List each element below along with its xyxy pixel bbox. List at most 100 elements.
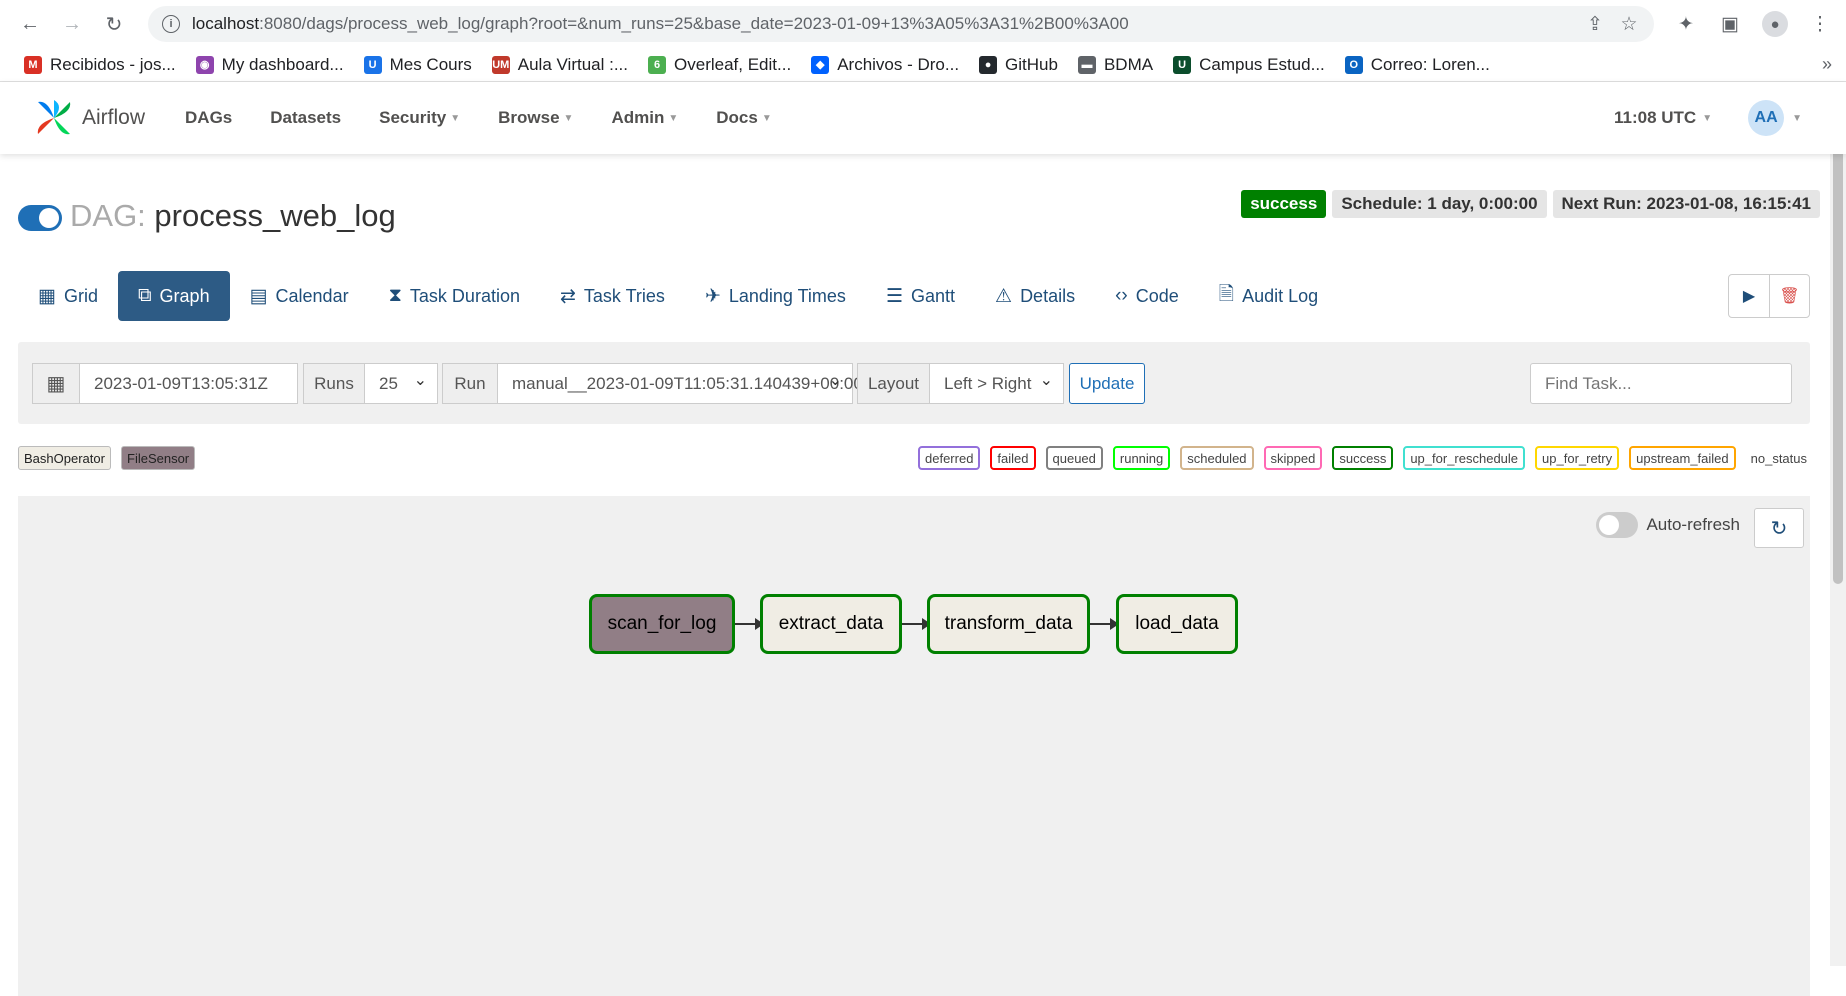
menu-browse[interactable]: Browse ▼: [498, 108, 573, 128]
bookmark-favicon-icon: ●: [979, 55, 998, 74]
airflow-logo[interactable]: Airflow: [34, 98, 145, 138]
menu-dags[interactable]: DAGs: [185, 108, 232, 128]
site-info-icon[interactable]: i: [162, 15, 180, 33]
schedule-badge[interactable]: Schedule: 1 day, 0:00:00: [1332, 190, 1547, 218]
timezone-clock[interactable]: 11:08 UTC ▼: [1614, 108, 1712, 128]
bookmark-item[interactable]: ◉ My dashboard...: [186, 55, 354, 75]
tab-task-duration[interactable]: ⧗ Task Duration: [369, 271, 540, 321]
grid-icon: ▦: [38, 285, 56, 307]
state-chip[interactable]: up_for_retry: [1535, 446, 1620, 470]
run-label: Run: [442, 363, 498, 404]
refresh-button[interactable]: ↻: [1754, 508, 1804, 548]
operator-chip-bash[interactable]: BashOperator: [18, 446, 111, 470]
bookmark-label: Recibidos - jos...: [50, 54, 176, 74]
more-menu-icon[interactable]: ⋮: [1808, 12, 1832, 36]
dag-header: DAG: process_web_log success Schedule: 1…: [0, 154, 1830, 244]
layout-value: Left > Right: [944, 373, 1032, 393]
menu-docs-label: Docs: [716, 108, 758, 127]
retry-icon: ⇄: [559, 285, 576, 307]
user-menu[interactable]: AA ▼: [1748, 100, 1802, 136]
tab-grid[interactable]: ▦ Grid: [18, 271, 118, 321]
back-icon[interactable]: ←: [14, 8, 46, 40]
tab-code[interactable]: ‹› Code: [1095, 271, 1199, 321]
trigger-dag-button[interactable]: ▶: [1729, 275, 1769, 317]
base-date-input[interactable]: 2023-01-09T13:05:31Z: [79, 363, 298, 404]
task-label: load_data: [1135, 613, 1219, 634]
reload-icon[interactable]: ↻: [98, 8, 130, 40]
tab-graph[interactable]: ⧉ Graph: [117, 271, 230, 321]
dag-actions: ▶ 🗑: [1728, 274, 1810, 318]
next-run-badge: Next Run: 2023-01-08, 16:15:41: [1552, 190, 1820, 218]
state-chip[interactable]: no_status: [1746, 446, 1812, 470]
page-scrollbar[interactable]: [1830, 90, 1846, 966]
bookmark-item[interactable]: ● GitHub: [969, 55, 1068, 75]
menu-admin[interactable]: Admin ▼: [611, 108, 678, 128]
bookmark-favicon-icon: O: [1344, 55, 1363, 74]
run-select[interactable]: manual__2023-01-09T11:05:31.140439+00:00: [497, 363, 863, 404]
bookmark-label: My dashboard...: [221, 54, 344, 74]
scrollbar-thumb[interactable]: [1833, 104, 1843, 584]
bookmark-item[interactable]: M Recibidos - jos...: [14, 55, 186, 75]
url-text[interactable]: localhost:8080/dags/process_web_log/grap…: [192, 14, 1572, 34]
state-chip[interactable]: success: [1332, 446, 1394, 470]
state-chip[interactable]: running: [1112, 446, 1171, 470]
auto-refresh-control[interactable]: Auto-refresh: [1596, 512, 1740, 538]
bookmark-favicon-icon: U: [363, 55, 382, 74]
graph-canvas[interactable]: Auto-refresh ↻ scan_for_log extract_data…: [18, 496, 1810, 996]
bookmark-item[interactable]: UM Aula Virtual :...: [482, 55, 638, 75]
task-label: scan_for_log: [607, 613, 717, 634]
state-chip[interactable]: scheduled: [1180, 446, 1254, 470]
bookmark-item[interactable]: ◆ Archivos - Dro...: [801, 55, 969, 75]
tab-landing-times[interactable]: ✈ Landing Times: [685, 271, 866, 321]
date-picker-button[interactable]: ▦: [32, 363, 80, 404]
auto-refresh-toggle[interactable]: [1596, 512, 1639, 538]
bookmark-item[interactable]: 6 Overleaf, Edit...: [638, 55, 801, 75]
extensions-icon[interactable]: ✦: [1674, 12, 1698, 36]
profile-icon[interactable]: ●: [1762, 11, 1788, 37]
tab-task-tries[interactable]: ⇄ Task Tries: [540, 271, 685, 321]
bookmarks-overflow-icon[interactable]: »: [1822, 54, 1832, 75]
menu-docs[interactable]: Docs ▼: [716, 108, 771, 128]
layout-select[interactable]: Left > Right: [929, 363, 1064, 404]
task-node-extract-data[interactable]: extract_data: [760, 594, 902, 654]
address-bar[interactable]: i localhost:8080/dags/process_web_log/gr…: [148, 6, 1654, 42]
runs-label-text: Runs: [314, 373, 354, 393]
state-chip[interactable]: up_for_reschedule: [1403, 446, 1526, 470]
share-icon[interactable]: ⇪: [1584, 13, 1606, 35]
bookmark-star-icon[interactable]: ☆: [1618, 13, 1640, 35]
update-button[interactable]: Update: [1069, 363, 1145, 404]
operator-label: BashOperator: [24, 450, 105, 466]
tab-details[interactable]: ⚠ Details: [975, 271, 1095, 321]
operator-chip-filesensor[interactable]: FileSensor: [121, 446, 196, 470]
bookmark-item[interactable]: ▬ BDMA: [1068, 55, 1163, 75]
tab-gantt[interactable]: ☰ Gantt: [866, 271, 975, 321]
delete-dag-button[interactable]: 🗑: [1769, 275, 1809, 317]
url-path: :8080/dags/process_web_log/graph?root=&n…: [259, 14, 1129, 33]
task-node-transform-data[interactable]: transform_data: [927, 594, 1090, 654]
bookmark-item[interactable]: O Correo: Loren...: [1335, 55, 1500, 75]
state-chip[interactable]: queued: [1045, 446, 1103, 470]
tab-calendar[interactable]: ▤ Calendar: [230, 271, 369, 321]
side-panel-icon[interactable]: ▣: [1718, 12, 1742, 36]
bookmarks-bar: M Recibidos - jos... ◉ My dashboard... U Mes …: [0, 48, 1846, 82]
bookmark-item[interactable]: U Mes Cours: [354, 55, 482, 75]
state-chip[interactable]: upstream_failed: [1629, 446, 1736, 470]
chevron-down-icon: ▼: [1792, 112, 1802, 124]
forward-icon[interactable]: →: [56, 8, 88, 40]
menu-datasets[interactable]: Datasets: [270, 108, 341, 128]
find-task-input[interactable]: [1530, 363, 1792, 404]
tab-audit-log[interactable]: 🗎 Audit Log: [1199, 271, 1338, 321]
state-chip[interactable]: deferred: [918, 446, 981, 470]
state-chip[interactable]: failed: [990, 446, 1036, 470]
task-node-load-data[interactable]: load_data: [1116, 594, 1238, 654]
dag-pause-toggle[interactable]: [18, 205, 62, 231]
run-label-text: Run: [454, 373, 486, 393]
bookmark-item[interactable]: U Campus Estud...: [1163, 55, 1335, 75]
url-host: localhost: [192, 14, 260, 33]
task-node-scan-for-log[interactable]: scan_for_log: [589, 594, 735, 654]
bookmark-label: Aula Virtual :...: [517, 54, 629, 74]
state-chip[interactable]: skipped: [1263, 446, 1323, 470]
dag-name[interactable]: process_web_log: [154, 198, 395, 233]
runs-select[interactable]: 25: [364, 363, 438, 404]
menu-security[interactable]: Security ▼: [379, 108, 460, 128]
